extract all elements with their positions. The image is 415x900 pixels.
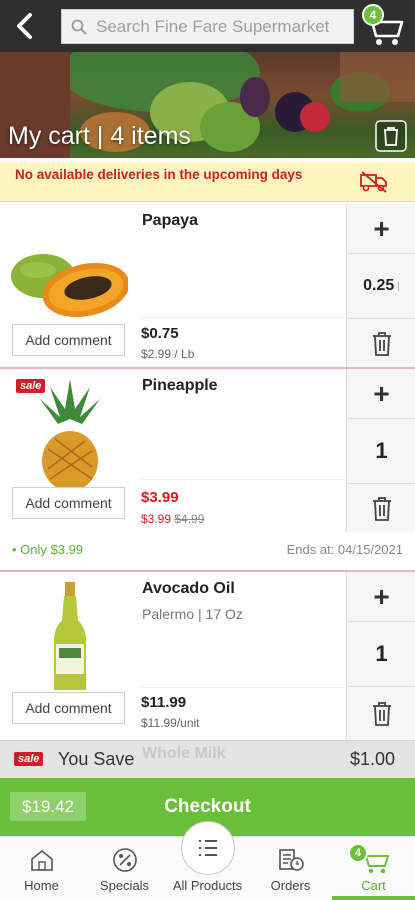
item-price: $11.99 bbox=[141, 694, 187, 711]
plus-icon: + bbox=[373, 580, 390, 612]
item-name: Avocado Oil bbox=[142, 580, 235, 597]
item-unit-price: $2.99 / Lb bbox=[141, 347, 195, 361]
item-name: Papaya bbox=[142, 212, 199, 229]
quantity-controls: + 1 bbox=[346, 572, 415, 740]
cart-item-pineapple: sale Pineapple Add comment $3.99 $3.99 $… bbox=[0, 369, 415, 572]
search-box[interactable] bbox=[61, 9, 354, 44]
increase-quantity-button[interactable]: + bbox=[347, 204, 415, 254]
nav-cart[interactable]: 4 Cart bbox=[332, 837, 415, 900]
savings-amount: $1.00 bbox=[349, 749, 395, 769]
orders-icon bbox=[277, 847, 305, 878]
remove-item-button[interactable] bbox=[347, 687, 415, 740]
quantity-controls: + 1 bbox=[346, 369, 415, 532]
trash-icon bbox=[375, 120, 407, 152]
pineapple-image bbox=[20, 379, 120, 491]
item-brand-size: Palermo | 17 Oz bbox=[142, 606, 243, 622]
plus-icon: + bbox=[373, 377, 390, 409]
quantity-controls: + 0.25 | bbox=[346, 204, 415, 367]
trash-icon bbox=[372, 497, 391, 521]
nav-all-products[interactable]: All Products bbox=[166, 821, 249, 900]
sale-badge: sale bbox=[14, 752, 44, 766]
next-item-peek: Whole Milk bbox=[142, 745, 226, 762]
remove-item-button[interactable] bbox=[347, 319, 415, 369]
promo-text: • Only $3.99 bbox=[12, 542, 84, 557]
remove-item-button[interactable] bbox=[347, 484, 415, 534]
quantity-value: 0.25 | bbox=[347, 254, 415, 319]
item-price: $0.75 bbox=[141, 325, 179, 342]
cart-screen: 4 My cart | 4 items No available deliver… bbox=[0, 0, 415, 900]
you-save-label: You Save bbox=[58, 749, 135, 769]
papaya-image bbox=[8, 246, 130, 321]
item-unit-price: $11.99/unit bbox=[141, 716, 200, 730]
delivery-notice-text: No available deliveries in the upcoming … bbox=[15, 167, 303, 182]
cart-count-badge: 4 bbox=[362, 4, 384, 26]
no-delivery-truck-icon bbox=[359, 170, 389, 199]
delivery-notice: No available deliveries in the upcoming … bbox=[0, 162, 415, 202]
quantity-value: 1 bbox=[347, 419, 415, 484]
quantity-value: 1 bbox=[347, 622, 415, 687]
increase-quantity-button[interactable]: + bbox=[347, 572, 415, 622]
cart-item-papaya: Papaya Add comment $0.75 $2.99 / Lb + 0.… bbox=[0, 204, 415, 369]
back-icon[interactable] bbox=[12, 10, 42, 42]
search-icon bbox=[62, 19, 96, 35]
nav-home[interactable]: Home bbox=[0, 837, 83, 900]
item-price: $3.99 bbox=[141, 489, 179, 506]
quantity-unit-tick: | bbox=[397, 280, 400, 292]
cart-hero-banner: My cart | 4 items bbox=[0, 52, 415, 158]
clear-cart-button[interactable] bbox=[375, 120, 407, 152]
item-name: Pineapple bbox=[142, 377, 218, 394]
home-icon bbox=[29, 847, 55, 878]
trash-icon bbox=[372, 332, 391, 356]
trash-icon bbox=[372, 701, 391, 726]
search-input[interactable] bbox=[96, 16, 351, 37]
add-comment-button[interactable]: Add comment bbox=[12, 692, 125, 724]
increase-quantity-button[interactable]: + bbox=[347, 369, 415, 419]
nav-specials[interactable]: Specials bbox=[83, 837, 166, 900]
header-cart-button[interactable]: 4 bbox=[362, 4, 408, 48]
cart-item-avocado-oil: Avocado Oil Palermo | 17 Oz Add comment … bbox=[0, 572, 415, 740]
percent-icon bbox=[112, 847, 138, 878]
nav-orders[interactable]: Orders bbox=[249, 837, 332, 900]
original-price: $4.99 bbox=[174, 512, 205, 526]
active-tab-indicator bbox=[332, 896, 415, 900]
add-comment-button[interactable]: Add comment bbox=[12, 487, 125, 519]
savings-bar: sale Whole Milk You Save $1.00 bbox=[0, 740, 415, 778]
cart-title: My cart | 4 items bbox=[8, 122, 191, 150]
bottom-navigation: Home Specials All Products Orders 4 Cart bbox=[0, 821, 415, 900]
cart-count-badge: 4 bbox=[348, 843, 368, 863]
plus-icon: + bbox=[373, 212, 390, 244]
top-bar: 4 bbox=[0, 0, 415, 52]
checkout-label: Checkout bbox=[164, 796, 251, 817]
list-icon bbox=[180, 821, 235, 875]
add-comment-button[interactable]: Add comment bbox=[12, 324, 125, 356]
avocado-oil-image bbox=[40, 582, 100, 692]
item-unit-price: $3.99 $4.99 bbox=[141, 512, 205, 526]
promo-end-date: Ends at: 04/15/2021 bbox=[286, 542, 403, 557]
